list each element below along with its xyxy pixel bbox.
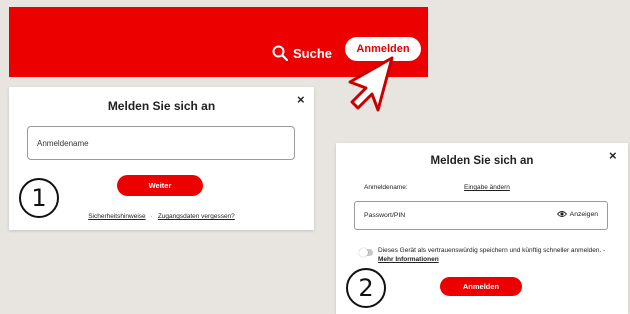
security-link[interactable]: Sicherheitshinweise (88, 213, 145, 220)
pointer-cursor-icon (348, 56, 394, 112)
more-info-link[interactable]: Mehr Informationen (378, 256, 439, 263)
eye-icon (556, 211, 567, 217)
search-label: Suche (293, 45, 333, 61)
step-number-badge: 2 (346, 268, 386, 308)
username-input[interactable]: Anmeldename (27, 126, 295, 160)
show-password-label: Anzeigen (569, 210, 598, 218)
change-input-link[interactable]: Eingabe ändern (464, 184, 510, 191)
show-password-button[interactable]: Anzeigen (556, 210, 598, 218)
password-placeholder: Passwort/PIN (364, 212, 406, 219)
forgot-credentials-link[interactable]: Zugangsdaten vergessen? (158, 213, 235, 220)
step-number-badge: 1 (19, 178, 59, 218)
footer-links: Sicherheitshinweise · Zugangsdaten vergess… (9, 213, 314, 220)
dialog-title: Melden Sie sich an (430, 155, 534, 167)
trust-device-toggle[interactable] (359, 248, 373, 257)
continue-button[interactable]: Weiter (117, 175, 203, 196)
search-button[interactable]: Suche (272, 45, 332, 61)
dialog-title: Melden Sie sich an (107, 99, 216, 113)
link-separator: · (150, 213, 153, 220)
trust-device-text: Dieses Gerät als vertrauenswürdig speich… (378, 246, 618, 264)
trust-device-label: Dieses Gerät als vertrauenswürdig speich… (378, 247, 606, 254)
username-placeholder: Anmeldename (37, 138, 89, 148)
password-input[interactable]: Passwort/PIN Anzeigen (354, 201, 608, 230)
username-label: Anmeldename: (364, 184, 408, 191)
search-icon (272, 45, 288, 61)
login-button[interactable]: Anmelden (440, 277, 522, 296)
